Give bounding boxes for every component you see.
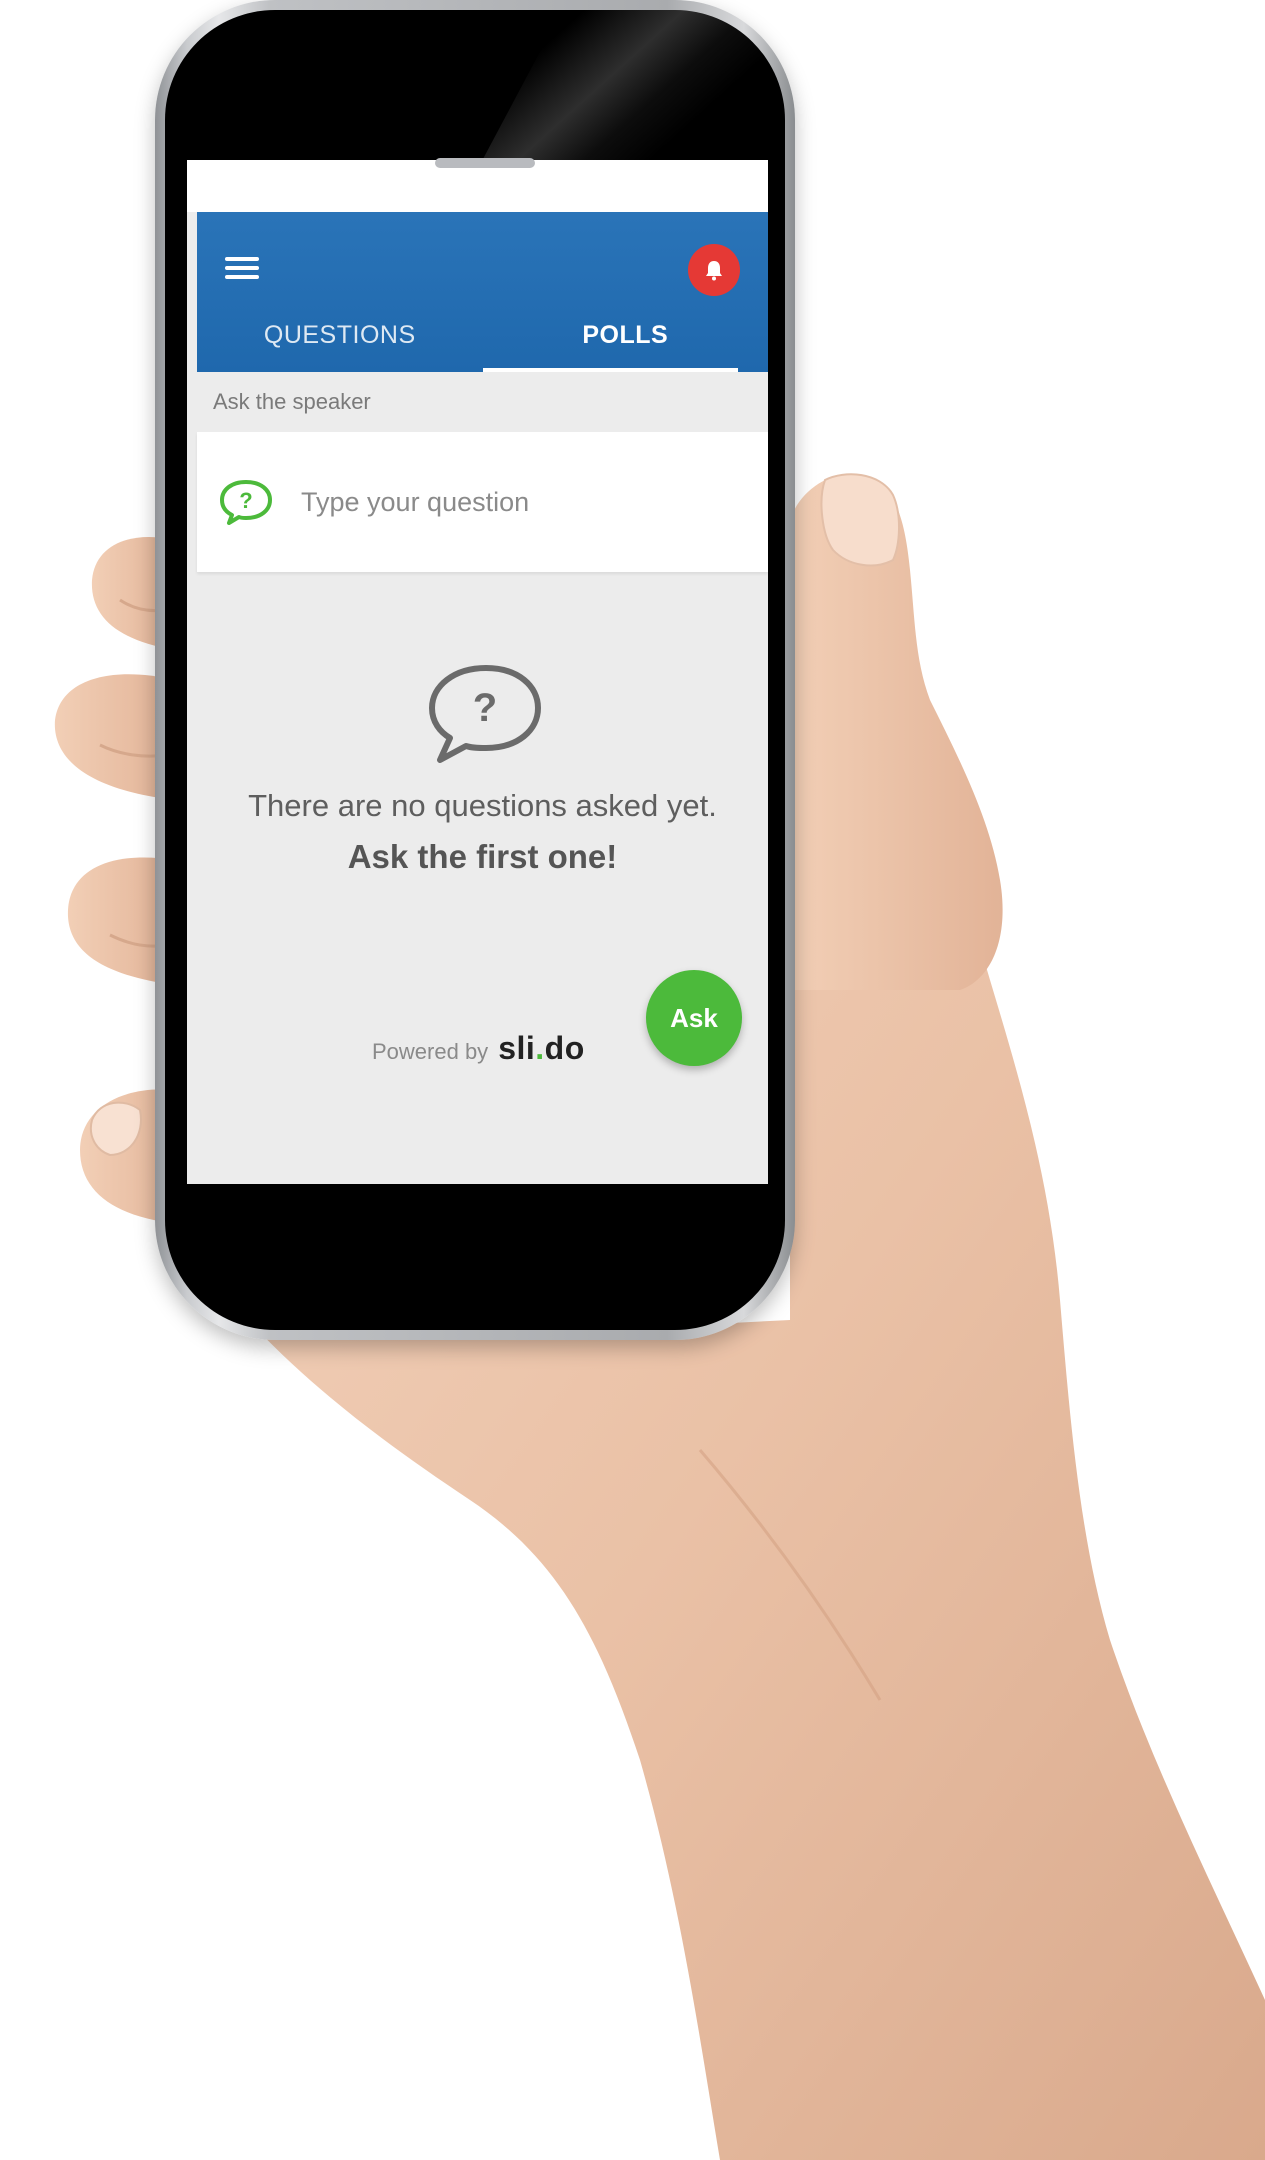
- empty-cta-text: Ask the first one!: [347, 838, 618, 875]
- section-label: Ask the speaker: [213, 389, 371, 414]
- stage: QUESTIONS POLLS Ask the speaker ? ? Ther…: [0, 0, 1265, 2160]
- ask-button[interactable]: Ask: [646, 970, 742, 1066]
- empty-message: There are no questions asked yet.: [248, 788, 717, 823]
- question-card[interactable]: ?: [197, 432, 768, 572]
- svg-text:?: ?: [239, 488, 252, 513]
- app-screen: QUESTIONS POLLS Ask the speaker ? ? Ther…: [187, 160, 768, 1184]
- tab-polls[interactable]: POLLS: [482, 298, 769, 372]
- question-bubble-icon: ?: [220, 480, 272, 525]
- menu-button[interactable]: [225, 252, 265, 288]
- powered-by: Powered by sli.do: [372, 1030, 585, 1067]
- notification-button[interactable]: [688, 244, 740, 296]
- svg-text:?: ?: [472, 686, 496, 730]
- question-input[interactable]: [299, 485, 703, 519]
- earpiece-speaker: [435, 158, 535, 168]
- empty-state: ? There are no questions asked yet. Ask …: [197, 660, 768, 876]
- alert-bell-icon: [706, 261, 722, 281]
- hamburger-icon-line: [225, 275, 259, 279]
- hamburger-icon-line: [225, 257, 259, 261]
- screen-glare: [477, 10, 785, 170]
- tab-questions[interactable]: QUESTIONS: [197, 298, 483, 372]
- powered-by-label: Powered by: [372, 1039, 489, 1064]
- app-bar: QUESTIONS POLLS: [197, 212, 768, 372]
- hamburger-icon-line: [225, 266, 259, 270]
- slido-logo: sli.do: [498, 1030, 585, 1066]
- question-bubble-icon-large: ?: [428, 665, 541, 763]
- tab-bar: QUESTIONS POLLS: [197, 298, 768, 372]
